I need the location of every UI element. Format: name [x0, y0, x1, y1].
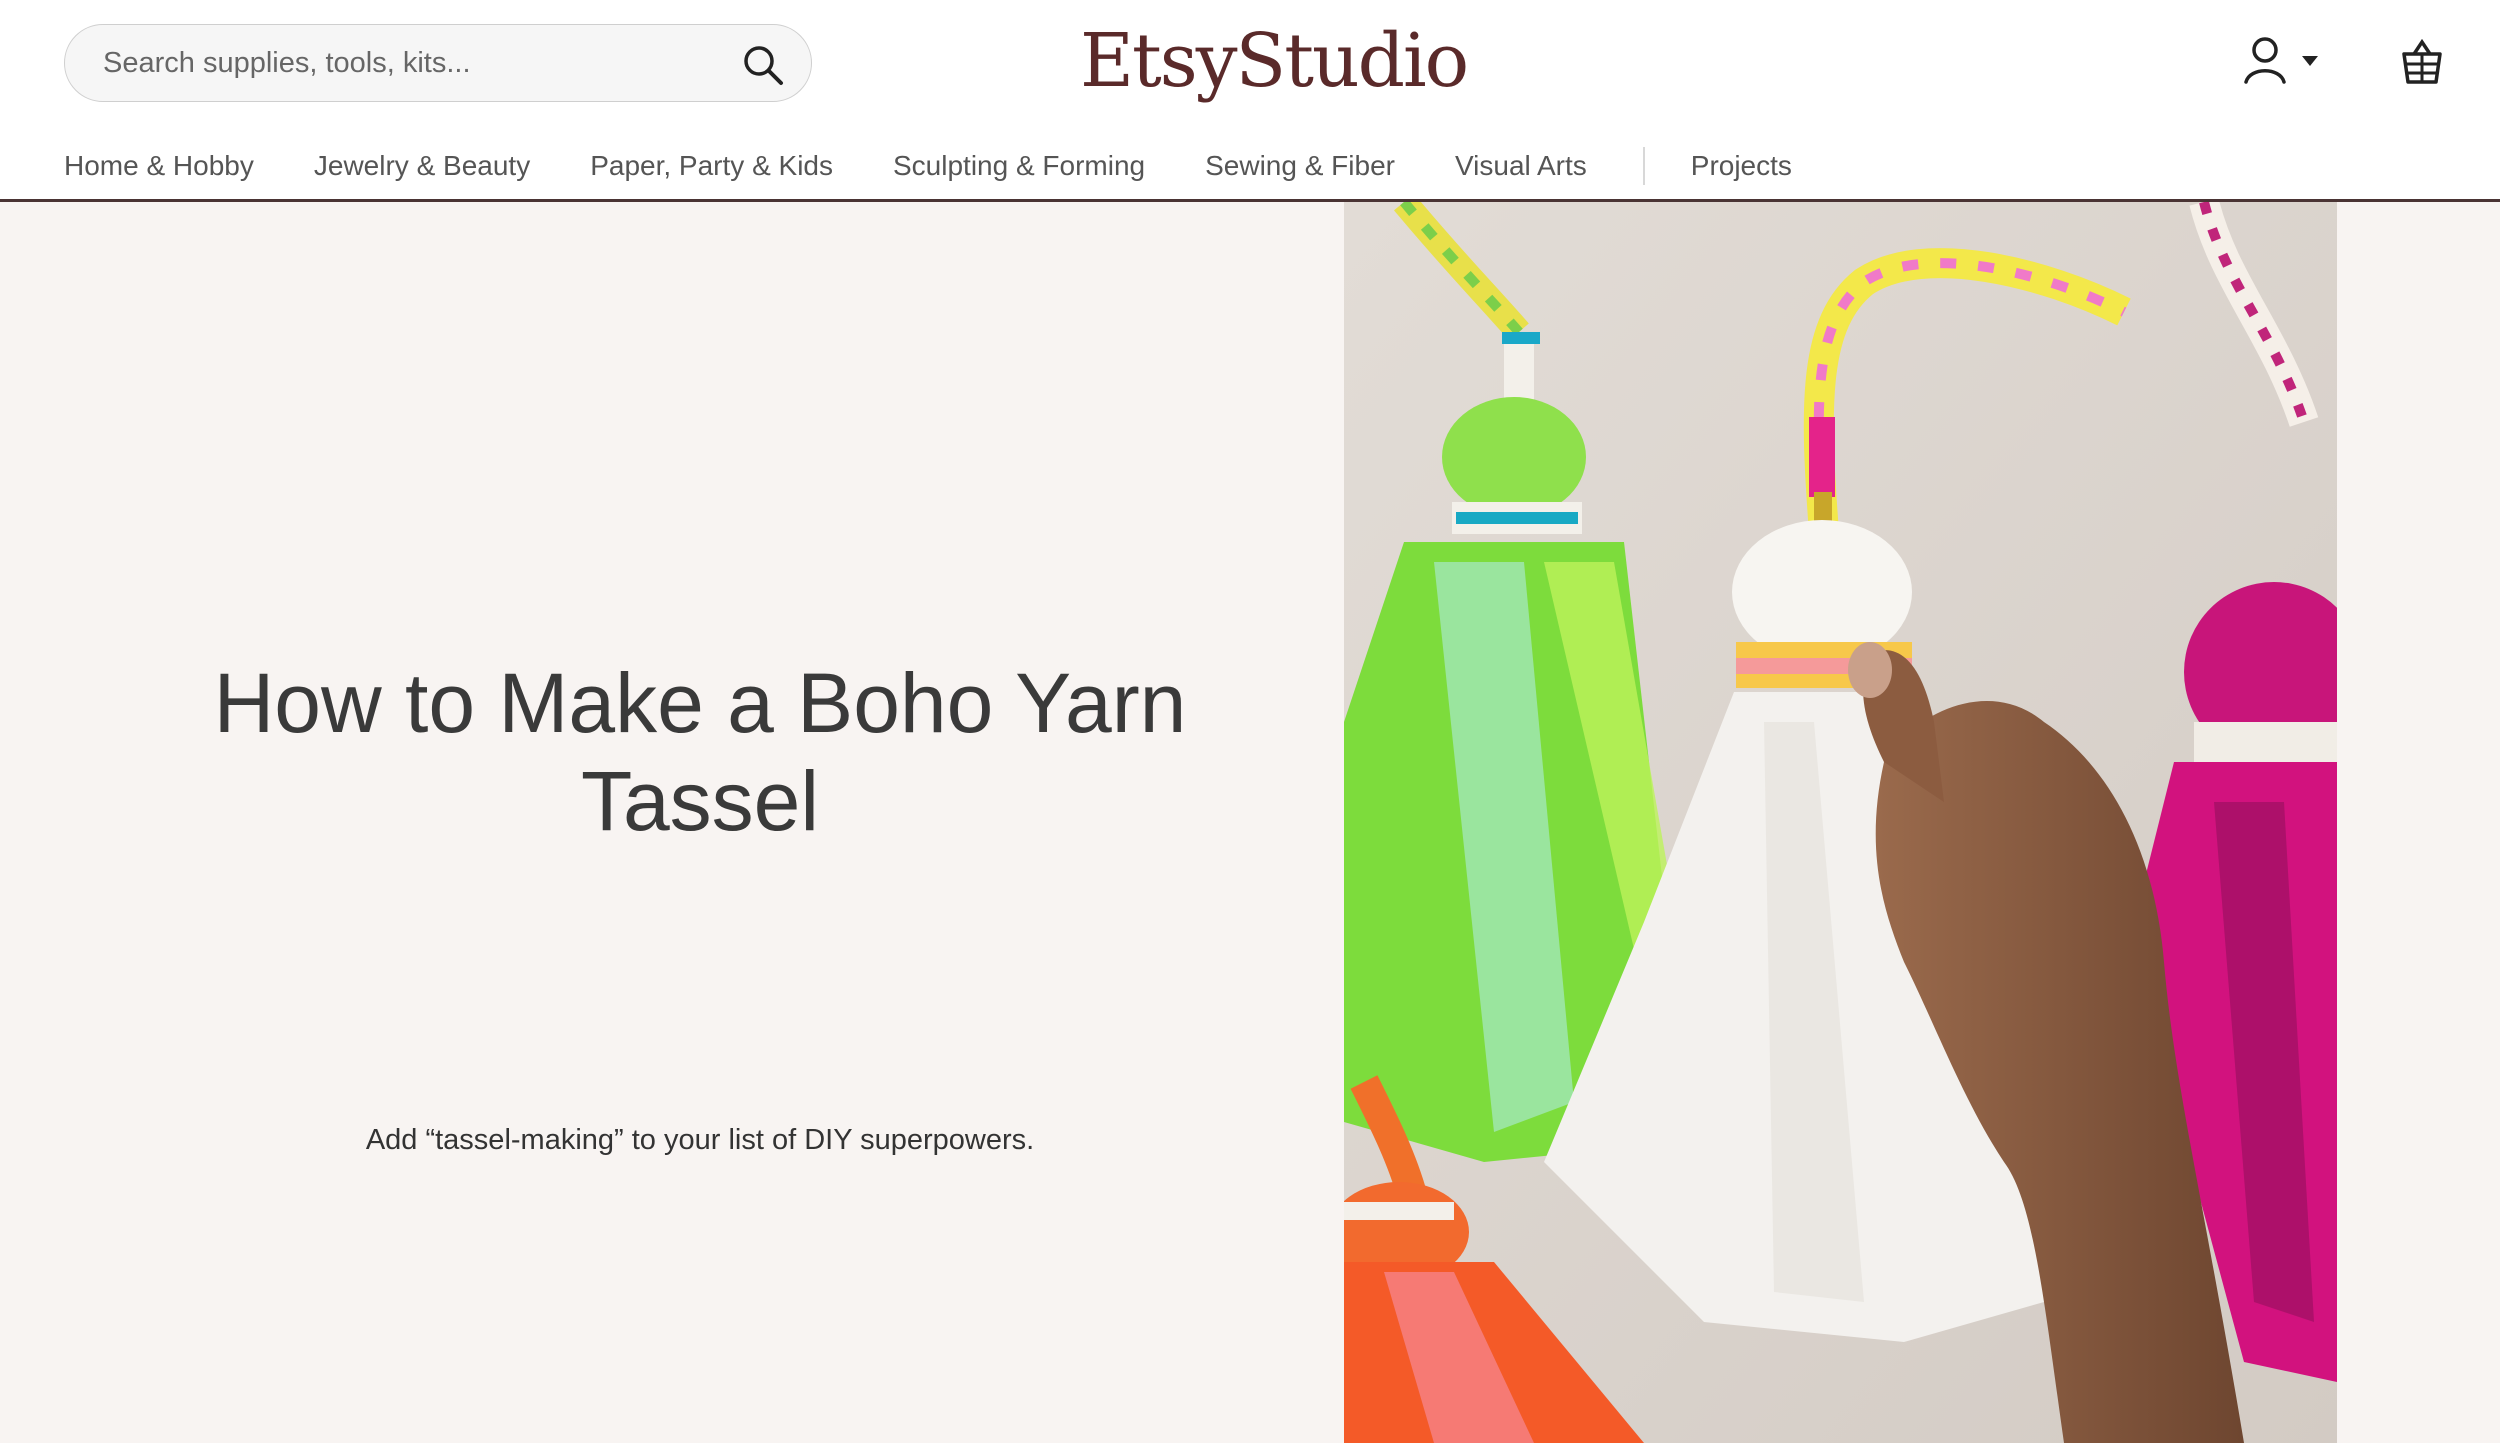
tassel-photo — [1344, 202, 2337, 1443]
nav-item-visual-arts[interactable]: Visual Arts — [1455, 150, 1587, 182]
page-title: How to Make a Boho Yarn Tassel — [213, 656, 1187, 848]
account-menu-button[interactable] — [2240, 34, 2340, 90]
nav-item-sculpting-forming[interactable]: Sculpting & Forming — [893, 150, 1145, 182]
nav-item-projects[interactable]: Projects — [1691, 150, 1792, 182]
nav-item-paper-party-kids[interactable]: Paper, Party & Kids — [590, 150, 833, 182]
search-bar[interactable] — [64, 24, 812, 102]
page-subtitle: Add “tassel-making” to your list of DIY … — [365, 1124, 1035, 1156]
nav-item-jewelry-beauty[interactable]: Jewelry & Beauty — [314, 150, 530, 182]
search-input[interactable] — [101, 25, 725, 102]
basket-icon[interactable] — [2398, 34, 2446, 90]
nav-item-home-hobby[interactable]: Home & Hobby — [64, 150, 254, 182]
category-nav: Home & Hobby Jewelry & Beauty Paper, Par… — [64, 146, 1852, 186]
site-header: EtsyStudio Home & Hobby Jewelry & Beauty… — [0, 0, 2500, 200]
nav-divider — [1642, 147, 1645, 185]
user-icon — [2244, 37, 2286, 84]
nav-item-sewing-fiber[interactable]: Sewing & Fiber — [1205, 150, 1395, 182]
search-icon[interactable] — [741, 43, 785, 87]
caret-down-icon — [2302, 56, 2318, 66]
etsy-studio-logo[interactable]: EtsyStudio — [1080, 18, 1469, 104]
